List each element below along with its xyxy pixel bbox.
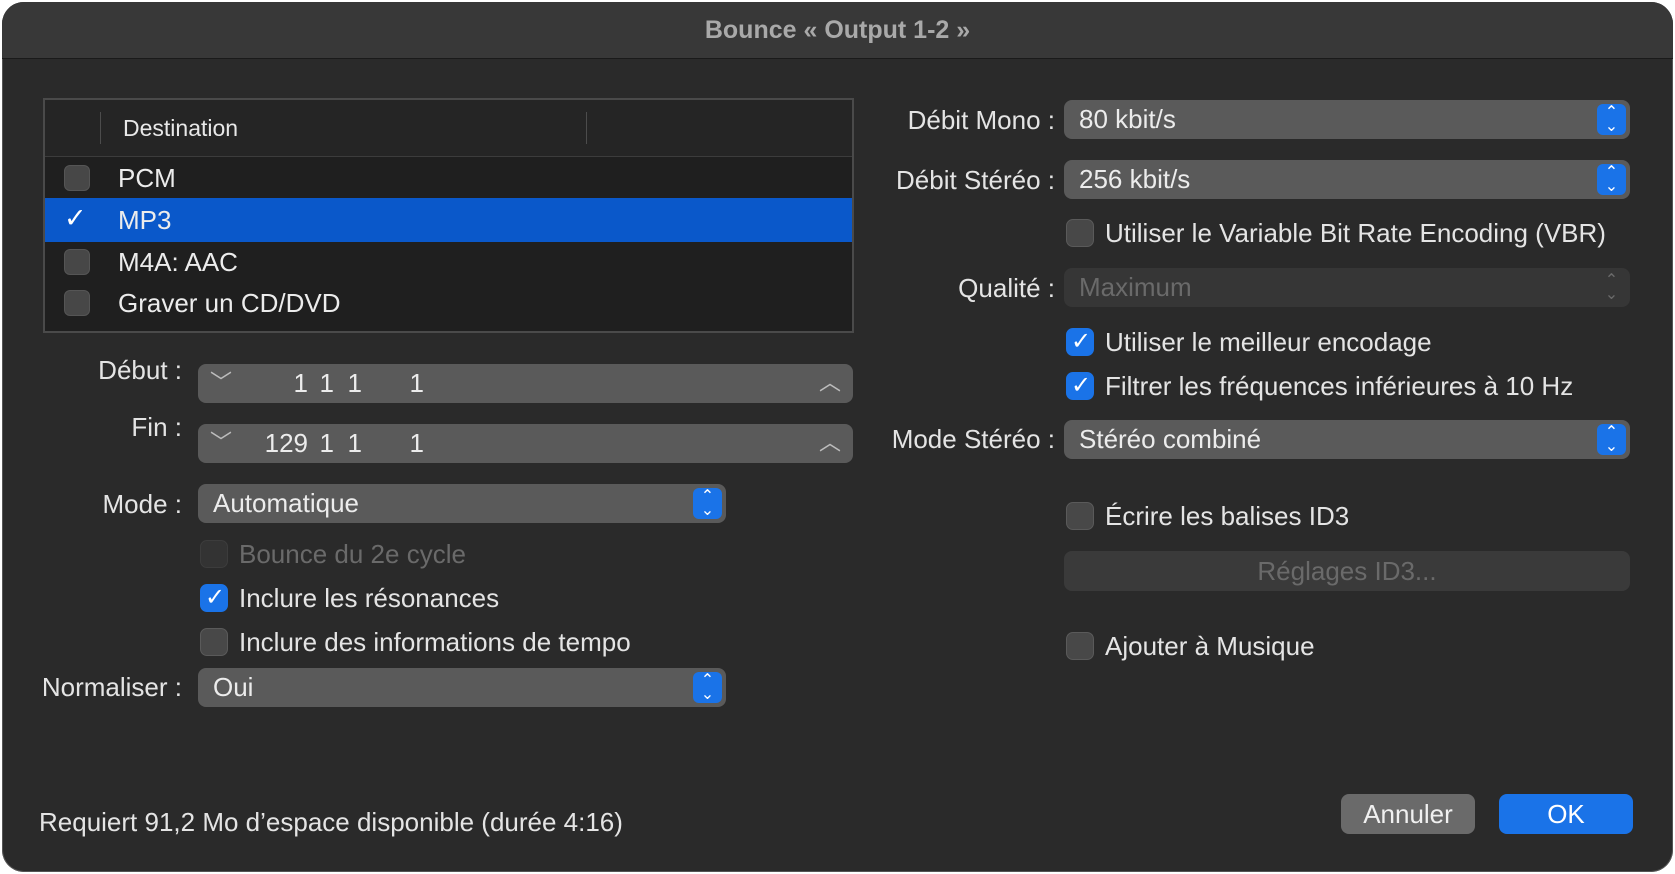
normaliser-label: Normaliser : [41,672,182,702]
ajouter-musique-checkbox[interactable] [1066,632,1094,660]
filtrer-checkbox[interactable]: ✓ [1066,372,1094,400]
updown-arrows-icon: ⌃ ⌄ [693,672,722,703]
id3-label: Écrire les balises ID3 [1105,501,1350,531]
fin-field[interactable]: ﹀ 129 1 1 1 ︿ [198,424,853,463]
chevron-up-icon[interactable]: ︿ [819,364,841,402]
debut-label: Début : [98,355,182,385]
cancel-button[interactable]: Annuler [1341,794,1475,834]
cd-checkbox[interactable] [64,290,90,316]
debit-stereo-value: 256 kbit/s [1079,164,1191,194]
destination-row-m4a[interactable]: M4A: AAC [45,240,852,284]
tempo-label: Inclure des informations de tempo [239,627,631,657]
column-separator [100,112,101,144]
destination-table-header: Destination [45,100,852,157]
bounce-dialog: Bounce « Output 1-2 » Destination PCM ✓ … [2,2,1673,872]
pcm-checkbox[interactable] [64,165,90,191]
destination-row-label: Graver un CD/DVD [118,288,341,318]
checkmark-icon: ✓ [1071,328,1092,355]
m4a-checkbox[interactable] [64,249,90,275]
chevron-down-icon[interactable]: ﹀ [210,424,232,462]
checkmark-icon: ✓ [1071,372,1092,399]
fin-label: Fin : [131,412,182,442]
mode-stereo-value: Stéréo combiné [1079,424,1262,454]
normaliser-value: Oui [213,672,254,702]
mode-stereo-label: Mode Stéréo : [891,424,1055,454]
updown-arrows-icon: ⌃ ⌄ [1604,272,1619,303]
destination-row-label: PCM [118,163,176,193]
fin-division[interactable]: 1 [342,424,362,462]
qualite-value: Maximum [1079,272,1192,302]
window-title: Bounce « Output 1-2 » [2,2,1673,59]
normaliser-select[interactable]: Oui ⌃ ⌄ [198,668,726,707]
ajouter-musique-label: Ajouter à Musique [1105,631,1315,661]
debit-mono-value: 80 kbit/s [1079,104,1176,134]
destination-table: Destination PCM ✓ MP3 M4A: AAC Graver un… [43,98,854,333]
id3-settings-button[interactable]: Réglages ID3... [1064,551,1630,591]
debut-beats[interactable]: 1 [314,364,334,402]
debut-bars[interactable]: 1 [268,364,308,402]
chevron-up-icon[interactable]: ︿ [819,424,841,462]
vbr-label: Utiliser le Variable Bit Rate Encoding (… [1105,218,1606,248]
mode-stereo-select[interactable]: Stéréo combiné ⌃ ⌄ [1064,420,1630,459]
debut-ticks[interactable]: 1 [398,364,424,402]
updown-arrows-icon: ⌃ ⌄ [1597,424,1626,455]
bounce-2e-cycle-label: Bounce du 2e cycle [239,539,466,569]
updown-arrows-icon: ⌃ ⌄ [693,488,722,519]
destination-column-header[interactable]: Destination [123,100,238,156]
filtrer-label: Filtrer les fréquences inférieures à 10 … [1105,371,1574,401]
vbr-checkbox[interactable] [1066,219,1094,247]
mp3-checkbox[interactable]: ✓ [64,203,90,233]
debut-division[interactable]: 1 [342,364,362,402]
checkmark-icon: ✓ [205,584,226,611]
meilleur-encodage-label: Utiliser le meilleur encodage [1105,327,1432,357]
destination-row-label: MP3 [118,205,172,235]
debit-mono-label: Débit Mono : [907,105,1055,135]
qualite-select[interactable]: Maximum ⌃ ⌄ [1064,268,1630,307]
checkmark-icon: ✓ [64,203,87,233]
id3-checkbox[interactable] [1066,502,1094,530]
debit-mono-select[interactable]: 80 kbit/s ⌃ ⌄ [1064,100,1630,139]
debut-field[interactable]: ﹀ 1 1 1 1 ︿ [198,364,853,403]
fin-ticks[interactable]: 1 [398,424,424,462]
destination-row-mp3[interactable]: ✓ MP3 [45,198,852,242]
destination-row-cd[interactable]: Graver un CD/DVD [45,281,852,325]
column-separator [586,112,587,144]
debit-stereo-label: Débit Stéréo : [896,165,1055,195]
fin-bars[interactable]: 129 [248,424,308,462]
destination-row-pcm[interactable]: PCM [45,156,852,200]
chevron-down-icon[interactable]: ﹀ [210,364,232,402]
tempo-checkbox[interactable] [200,628,228,656]
resonances-checkbox[interactable]: ✓ [200,584,228,612]
ok-button[interactable]: OK [1499,794,1633,834]
bounce-2e-cycle-checkbox[interactable] [200,540,228,568]
debit-stereo-select[interactable]: 256 kbit/s ⌃ ⌄ [1064,160,1630,199]
status-text: Requiert 91,2 Mo d’espace disponible (du… [39,807,623,837]
updown-arrows-icon: ⌃ ⌄ [1597,164,1626,195]
destination-row-label: M4A: AAC [118,247,238,277]
qualite-label: Qualité : [958,273,1055,303]
mode-select[interactable]: Automatique ⌃ ⌄ [198,484,726,523]
resonances-label: Inclure les résonances [239,583,500,613]
updown-arrows-icon: ⌃ ⌄ [1597,104,1626,135]
mode-label: Mode : [102,489,183,519]
fin-beats[interactable]: 1 [314,424,334,462]
mode-value: Automatique [213,488,359,518]
meilleur-encodage-checkbox[interactable]: ✓ [1066,328,1094,356]
